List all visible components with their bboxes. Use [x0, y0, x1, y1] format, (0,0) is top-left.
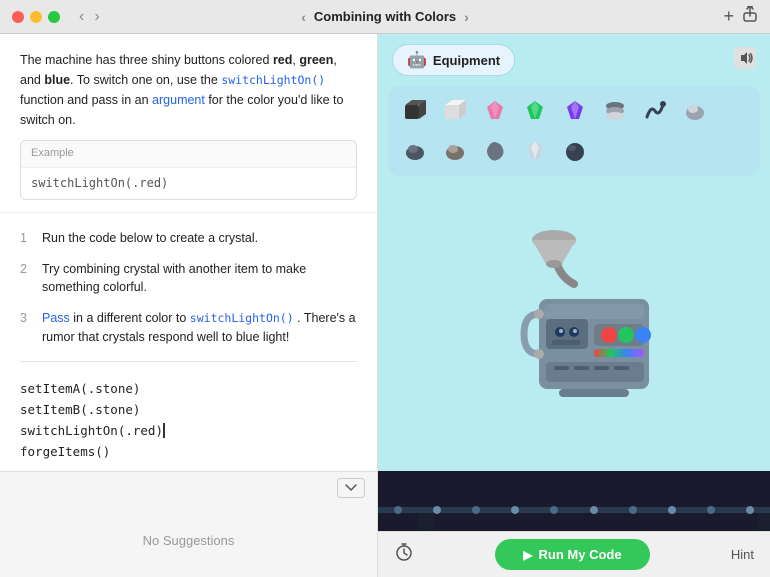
code-line-2: setItemB(.stone) [20, 399, 357, 420]
right-panel: 🤖 Equipment [378, 34, 770, 577]
tray-item-snake[interactable] [638, 94, 672, 128]
tray-item-rock-dark[interactable] [398, 134, 432, 168]
tray-item-stone-round[interactable] [558, 134, 592, 168]
tray-item-rock-med[interactable] [438, 134, 472, 168]
chevron-down-icon [344, 482, 358, 492]
keyword-red: red [273, 53, 292, 67]
titlebar-actions: + [723, 6, 758, 27]
sound-button[interactable] [734, 47, 756, 74]
suggestions-panel: No Suggestions [0, 471, 377, 577]
belt-dot [746, 506, 754, 514]
tray-item-gem-purple[interactable] [558, 94, 592, 128]
play-icon: ▶ [523, 548, 532, 562]
tray-item-gem-pink[interactable] [478, 94, 512, 128]
step3-mid: in a different color to [73, 311, 190, 325]
run-button-label: Run My Code [539, 547, 622, 562]
tray-item-layers[interactable] [598, 94, 632, 128]
step-text-3: Pass in a different color to switchLight… [42, 309, 357, 347]
add-button[interactable]: + [723, 6, 734, 27]
no-suggestions-label: No Suggestions [143, 533, 235, 548]
titlebar-center: ‹ Combining with Colors › [301, 9, 469, 25]
hint-button[interactable]: Hint [731, 547, 754, 562]
intro-text-1: The machine has three shiny buttons colo… [20, 53, 273, 67]
minimize-button[interactable] [30, 11, 42, 23]
belt-dot [629, 506, 637, 514]
code-line-4: forgeItems() [20, 441, 357, 462]
belt-dot [707, 506, 715, 514]
belt-dot [668, 506, 676, 514]
belt-support-left [418, 511, 434, 531]
page-title: Combining with Colors [314, 9, 456, 24]
maximize-button[interactable] [48, 11, 60, 23]
equipment-label: Equipment [433, 53, 500, 68]
step-number-1: 1 [20, 229, 32, 248]
close-button[interactable] [12, 11, 24, 23]
run-button[interactable]: ▶ Run My Code [495, 539, 649, 570]
pass-link[interactable]: Pass [42, 311, 70, 325]
title-prev-arrow[interactable]: ‹ [301, 9, 306, 25]
step3-code: switchLightOn() [190, 311, 294, 325]
argument-link[interactable]: argument [152, 93, 205, 107]
code-editor[interactable]: setItemA(.stone) setItemB(.stone) switch… [0, 370, 377, 471]
step-2: 2 Try combining crystal with another ite… [20, 254, 357, 304]
instructions-section: The machine has three shiny buttons colo… [0, 34, 377, 213]
belt-support-mid [758, 511, 770, 531]
nav-arrows: ‹ › [76, 8, 103, 26]
step-text-2: Try combining crystal with another item … [42, 260, 357, 298]
window-controls [0, 11, 60, 23]
tray-item-cube-black[interactable] [398, 94, 432, 128]
code-line-1: setItemA(.stone) [20, 378, 357, 399]
tray-item-gem-green[interactable] [518, 94, 552, 128]
divider [20, 361, 357, 362]
equipment-badge: 🤖 Equipment [392, 44, 515, 76]
step-number-3: 3 [20, 309, 32, 328]
timer-icon [394, 542, 414, 562]
items-tray [388, 86, 760, 176]
conveyor-belt [378, 507, 770, 513]
belt-dot [511, 506, 519, 514]
step-number-2: 2 [20, 260, 32, 279]
steps-section: 1 Run the code below to create a crystal… [0, 213, 377, 353]
suggestions-header [0, 472, 377, 504]
intro-text-5: function and pass in an [20, 93, 152, 107]
machine-illustration [464, 214, 684, 434]
forward-button[interactable]: › [91, 8, 102, 26]
bottom-toolbar: ▶ Run My Code Hint [378, 531, 770, 577]
belt-dot [550, 506, 558, 514]
sound-icon [734, 47, 756, 69]
step-3: 3 Pass in a different color to switchLig… [20, 303, 357, 353]
example-block: Example switchLightOn(.red) [20, 140, 357, 200]
collapse-suggestions-button[interactable] [337, 478, 365, 498]
equipment-robot-icon: 🤖 [407, 50, 427, 70]
intro-code: switchLightOn() [221, 73, 325, 87]
conveyor-area [378, 471, 770, 531]
keyword-green: green [299, 53, 333, 67]
step-1: 1 Run the code below to create a crystal… [20, 223, 357, 254]
cursor [163, 423, 165, 438]
code-line-3: switchLightOn(.red) [20, 420, 357, 441]
tray-item-rock-gray[interactable] [678, 94, 712, 128]
example-label: Example [21, 141, 356, 168]
share-button[interactable] [742, 6, 758, 27]
keyword-blue: blue [44, 73, 70, 87]
tray-item-cube-white[interactable] [438, 94, 472, 128]
tray-item-blob[interactable] [478, 134, 512, 168]
belt-dot [590, 506, 598, 514]
belt-dot [394, 506, 402, 514]
title-next-arrow[interactable]: › [464, 9, 469, 25]
machine-area [378, 176, 770, 471]
back-button[interactable]: ‹ [76, 8, 87, 26]
intro-text-4: . To switch one on, use the [70, 73, 221, 87]
equipment-header: 🤖 Equipment [378, 34, 770, 86]
left-panel: The machine has three shiny buttons colo… [0, 34, 378, 577]
titlebar: ‹ › ‹ Combining with Colors › + [0, 0, 770, 34]
step-text-1: Run the code below to create a crystal. [42, 229, 258, 248]
example-code: switchLightOn(.red) [21, 168, 356, 199]
belt-dot [472, 506, 480, 514]
main-container: The machine has three shiny buttons colo… [0, 34, 770, 577]
tray-item-gem-light[interactable] [518, 134, 552, 168]
suggestions-content: No Suggestions [0, 504, 377, 577]
belt-dot [433, 506, 441, 514]
timer-button[interactable] [394, 542, 414, 567]
